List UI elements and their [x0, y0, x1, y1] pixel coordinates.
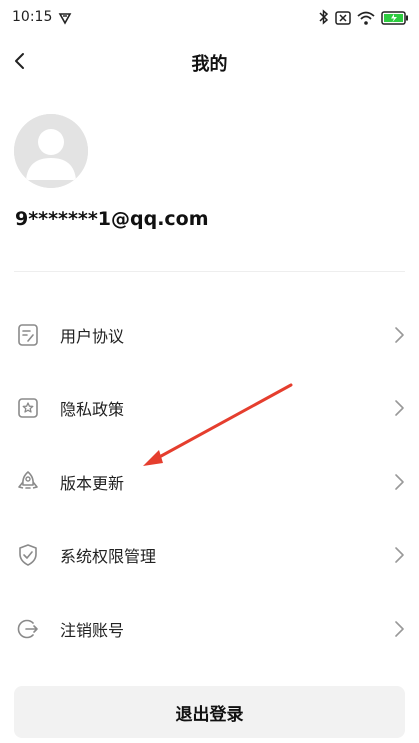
- menu-item-user-agreement[interactable]: 用户协议: [0, 298, 419, 372]
- chevron-right-icon: [395, 326, 404, 343]
- status-icons: [319, 9, 409, 29]
- menu-label: 系统权限管理: [60, 547, 157, 567]
- page-title: 我的: [191, 54, 228, 75]
- settings-menu: 用户协议 隐私政策 版本更新 系统权限管理 注销账号: [0, 298, 419, 666]
- account-email: 9*******1@qq.com: [15, 208, 209, 230]
- divider: [14, 271, 405, 272]
- status-time: 10:15: [12, 9, 53, 25]
- menu-item-delete-account[interactable]: 注销账号: [0, 592, 419, 666]
- star-shield-icon: [14, 394, 42, 422]
- chevron-right-icon: [395, 400, 404, 417]
- menu-item-system-permissions[interactable]: 系统权限管理: [0, 519, 419, 593]
- sim-off-icon: [335, 10, 351, 29]
- wifi-icon: [357, 10, 375, 29]
- chevron-right-icon: [395, 620, 404, 637]
- menu-item-version-update[interactable]: 版本更新: [0, 445, 419, 519]
- battery-charging-icon: [381, 10, 409, 29]
- logout-button[interactable]: 退出登录: [14, 686, 405, 738]
- menu-item-privacy-policy[interactable]: 隐私政策: [0, 372, 419, 446]
- menu-label: 注销账号: [60, 620, 125, 640]
- default-avatar-icon: [14, 114, 88, 188]
- chevron-right-icon: [395, 547, 404, 564]
- menu-label: 用户协议: [60, 326, 125, 346]
- menu-label: 隐私政策: [60, 400, 125, 420]
- avatar[interactable]: [14, 114, 88, 188]
- shield-check-icon: [14, 541, 42, 569]
- bluetooth-icon: [319, 9, 329, 29]
- document-edit-icon: [14, 321, 42, 349]
- status-bar: 10:15: [0, 0, 419, 36]
- chevron-right-icon: [395, 473, 404, 490]
- menu-label: 版本更新: [60, 473, 125, 493]
- vpn-icon: [58, 10, 72, 29]
- logout-circle-icon: [14, 615, 42, 643]
- rocket-icon: [14, 468, 42, 496]
- header: 我的: [0, 38, 419, 86]
